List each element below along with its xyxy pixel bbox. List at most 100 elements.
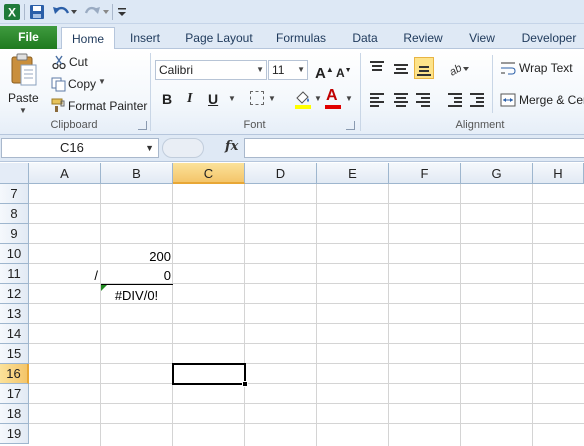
excel-icon[interactable]: X bbox=[3, 3, 21, 21]
row-header-19[interactable]: 19 bbox=[0, 424, 29, 444]
formula-bar-resize-handle[interactable] bbox=[162, 138, 204, 158]
align-top-icon[interactable] bbox=[368, 59, 386, 77]
merge-center-button[interactable]: Merge & Cer bbox=[519, 93, 584, 107]
gridline bbox=[29, 403, 584, 404]
paste-icon[interactable] bbox=[10, 53, 38, 87]
formula-input[interactable] bbox=[244, 138, 584, 158]
column-header-f[interactable]: F bbox=[389, 163, 461, 184]
tab-review[interactable]: Review bbox=[396, 27, 450, 49]
active-cell-c16[interactable] bbox=[172, 363, 246, 385]
customize-toolbar-icon[interactable] bbox=[116, 3, 128, 21]
insert-function-icon[interactable]: fx bbox=[225, 139, 238, 154]
font-group-label: Font bbox=[243, 119, 266, 131]
column-header-a[interactable]: A bbox=[29, 163, 101, 184]
chevron-down-icon[interactable]: ▼ bbox=[314, 94, 322, 103]
fill-color-icon[interactable] bbox=[294, 89, 312, 112]
chevron-down-icon[interactable]: ▼ bbox=[98, 77, 106, 86]
wrap-text-button[interactable]: Wrap Text bbox=[519, 61, 573, 75]
fill-handle[interactable] bbox=[242, 381, 248, 387]
tab-view[interactable]: View bbox=[460, 27, 504, 49]
tab-developer[interactable]: Developer bbox=[514, 27, 584, 49]
increase-indent-icon[interactable] bbox=[468, 91, 486, 109]
row-header-13[interactable]: 13 bbox=[0, 304, 29, 324]
increase-font-size-icon[interactable]: A▲ bbox=[315, 61, 334, 83]
dialog-launcher-icon[interactable] bbox=[346, 121, 355, 130]
row-header-12[interactable]: 12 bbox=[0, 284, 29, 304]
font-color-icon[interactable]: A bbox=[326, 87, 338, 105]
cut-button[interactable]: Cut bbox=[69, 55, 88, 69]
row-header-16[interactable]: 16 bbox=[0, 364, 29, 384]
align-center-icon[interactable] bbox=[392, 91, 410, 109]
format-painter-button[interactable]: Format Painter bbox=[68, 99, 147, 113]
undo-icon[interactable] bbox=[51, 3, 77, 21]
chevron-down-icon[interactable]: ▼ bbox=[256, 61, 264, 79]
row-header-7[interactable]: 7 bbox=[0, 184, 29, 204]
tab-page-layout[interactable]: Page Layout bbox=[178, 27, 260, 49]
tab-insert[interactable]: Insert bbox=[121, 27, 169, 49]
row-header-8[interactable]: 8 bbox=[0, 204, 29, 224]
italic-button[interactable]: I bbox=[187, 90, 192, 108]
column-header-d[interactable]: D bbox=[245, 163, 317, 184]
row-header-18[interactable]: 18 bbox=[0, 404, 29, 424]
merge-center-icon[interactable] bbox=[500, 93, 516, 107]
chevron-down-icon[interactable]: ▼ bbox=[297, 61, 305, 79]
row-header-15[interactable]: 15 bbox=[0, 344, 29, 364]
chevron-down-icon[interactable]: ▼ bbox=[19, 106, 27, 115]
paste-button[interactable]: Paste bbox=[8, 91, 39, 105]
copy-button[interactable]: Copy bbox=[68, 77, 96, 91]
row-header-10[interactable]: 10 bbox=[0, 244, 29, 264]
ribbon-home: Paste ▼ Cut Copy ▼ Format Painter Clipbo… bbox=[0, 49, 584, 135]
cell-b12[interactable]: #DIV/0! bbox=[101, 286, 172, 305]
font-name-combo[interactable]: Calibri ▼ bbox=[155, 60, 267, 80]
cell-b10[interactable]: 200 bbox=[101, 247, 171, 266]
wrap-text-icon[interactable] bbox=[500, 61, 516, 75]
name-box[interactable]: C16 ▼ bbox=[1, 138, 159, 158]
borders-icon[interactable] bbox=[250, 91, 264, 105]
worksheet-grid[interactable]: A B C D E F G H 7 8 9 10 11 12 13 14 15 … bbox=[0, 163, 584, 446]
underline-button[interactable]: U bbox=[208, 90, 218, 108]
row-header-17[interactable]: 17 bbox=[0, 384, 29, 404]
chevron-down-icon[interactable]: ▼ bbox=[268, 94, 276, 103]
tab-file[interactable]: File bbox=[0, 26, 57, 49]
select-all-corner[interactable] bbox=[0, 163, 29, 184]
decrease-indent-icon[interactable] bbox=[446, 91, 464, 109]
column-header-g[interactable]: G bbox=[461, 163, 533, 184]
cell-b11[interactable]: 0 bbox=[101, 266, 171, 285]
chevron-down-icon[interactable]: ▼ bbox=[228, 94, 236, 103]
font-color-swatch bbox=[325, 105, 341, 109]
cell-a11[interactable]: / bbox=[29, 266, 99, 285]
font-size-combo[interactable]: 11 ▼ bbox=[268, 60, 308, 80]
save-icon[interactable] bbox=[29, 3, 45, 21]
bold-button[interactable]: B bbox=[162, 90, 172, 108]
chevron-down-icon[interactable]: ▼ bbox=[145, 139, 154, 157]
align-left-icon[interactable] bbox=[368, 91, 386, 109]
tab-home[interactable]: Home bbox=[61, 27, 115, 50]
column-header-b[interactable]: B bbox=[101, 163, 173, 184]
quick-access-toolbar: X bbox=[0, 0, 584, 24]
redo-icon[interactable] bbox=[83, 3, 109, 21]
tab-data[interactable]: Data bbox=[345, 27, 385, 49]
column-header-e[interactable]: E bbox=[317, 163, 389, 184]
column-header-c[interactable]: C bbox=[173, 163, 245, 184]
dialog-launcher-icon[interactable] bbox=[138, 121, 147, 130]
align-bottom-icon[interactable] bbox=[414, 57, 434, 79]
copy-icon[interactable] bbox=[51, 77, 66, 95]
group-divider bbox=[492, 55, 493, 113]
row-header-11[interactable]: 11 bbox=[0, 264, 29, 284]
group-divider bbox=[150, 53, 151, 131]
gridline bbox=[29, 203, 584, 204]
tab-formulas[interactable]: Formulas bbox=[270, 27, 332, 49]
format-painter-icon[interactable] bbox=[51, 98, 66, 116]
chevron-down-icon[interactable]: ▼ bbox=[345, 94, 353, 103]
align-middle-icon[interactable] bbox=[392, 59, 410, 77]
row-header-9[interactable]: 9 bbox=[0, 224, 29, 244]
scissors-icon[interactable] bbox=[52, 55, 66, 72]
column-header-h[interactable]: H bbox=[533, 163, 584, 184]
group-divider bbox=[360, 53, 361, 131]
gridline bbox=[29, 323, 584, 324]
row-header-14[interactable]: 14 bbox=[0, 324, 29, 344]
gridline bbox=[29, 383, 584, 384]
orientation-icon[interactable]: ab bbox=[447, 59, 470, 79]
decrease-font-size-icon[interactable]: A▼ bbox=[336, 62, 352, 82]
align-right-icon[interactable] bbox=[414, 91, 432, 109]
